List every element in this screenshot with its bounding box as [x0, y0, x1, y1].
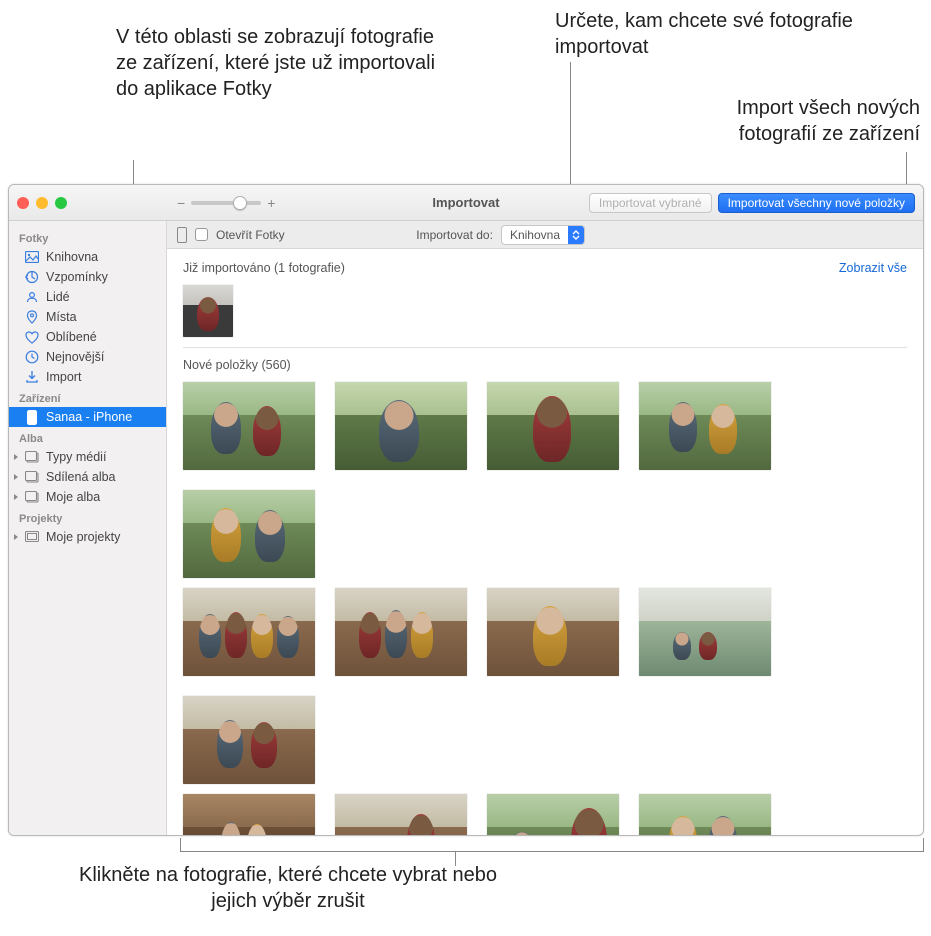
sidebar-item-label: Sdílená alba [46, 470, 116, 484]
import-to-label: Importovat do: [416, 228, 493, 242]
minimize-window-button[interactable] [36, 197, 48, 209]
callout-already-imported: V této oblasti se zobrazují fotografie z… [116, 24, 446, 102]
sidebar: Fotky Knihovna Vzpomínky Lidé Místa Oblí… [9, 221, 167, 835]
new-items-row [183, 588, 907, 784]
zoom-window-button[interactable] [55, 197, 67, 209]
sidebar-item-label: Moje projekty [46, 530, 120, 544]
places-icon [25, 310, 39, 324]
sidebar-item-people[interactable]: Lidé [9, 287, 166, 307]
sidebar-item-label: Oblíbené [46, 330, 97, 344]
sidebar-section-projects: Projekty [9, 507, 166, 527]
sidebar-item-label: Knihovna [46, 250, 98, 264]
album-icon [25, 450, 39, 464]
app-window: − + Importovat Importovat vybrané Import… [8, 184, 924, 836]
photo-thumbnail[interactable] [639, 382, 771, 470]
sidebar-item-label: Import [46, 370, 81, 384]
sidebar-item-label: Sanaa - iPhone [46, 410, 132, 424]
sidebar-item-label: Moje alba [46, 490, 100, 504]
callout-click-select: Klikněte na fotografie, které chcete vyb… [78, 862, 498, 914]
window-title: Importovat [432, 195, 499, 210]
photo-thumbnail[interactable] [183, 490, 315, 578]
photo-thumbnail[interactable] [183, 285, 233, 337]
sidebar-item-device[interactable]: Sanaa - iPhone [9, 407, 166, 427]
import-selected-button[interactable]: Importovat vybrané [589, 193, 712, 213]
heart-icon [25, 330, 39, 344]
import-destination-value: Knihovna [502, 228, 568, 242]
callout-line [455, 852, 456, 866]
sidebar-section-albums: Alba [9, 427, 166, 447]
sidebar-item-shared-albums[interactable]: Sdílená alba [9, 467, 166, 487]
sidebar-item-memories[interactable]: Vzpomínky [9, 267, 166, 287]
sidebar-item-label: Místa [46, 310, 77, 324]
project-icon [25, 530, 39, 544]
zoom-slider-track[interactable] [191, 201, 261, 205]
already-imported-heading: Již importováno (1 fotografie) [183, 261, 345, 275]
section-divider [183, 347, 907, 348]
sidebar-item-label: Typy médií [46, 450, 106, 464]
titlebar: − + Importovat Importovat vybrané Import… [9, 185, 923, 221]
album-icon [25, 490, 39, 504]
zoom-out-icon: − [177, 195, 185, 211]
sidebar-item-label: Lidé [46, 290, 70, 304]
photo-thumbnail[interactable] [183, 382, 315, 470]
photo-thumbnail[interactable] [335, 794, 467, 835]
import-all-new-button[interactable]: Importovat všechny nové položky [718, 193, 915, 213]
sidebar-section-devices: Zařízení [9, 387, 166, 407]
show-all-link[interactable]: Zobrazit vše [839, 261, 907, 275]
photo-thumbnail[interactable] [183, 696, 315, 784]
photo-thumbnail[interactable] [487, 794, 619, 835]
callout-import-all: Import všech nových fotografií ze zaříze… [700, 95, 920, 147]
close-window-button[interactable] [17, 197, 29, 209]
sidebar-item-library[interactable]: Knihovna [9, 247, 166, 267]
import-options-bar: Otevřít Fotky Importovat do: Knihovna [167, 221, 923, 249]
sidebar-item-recent[interactable]: Nejnovější [9, 347, 166, 367]
sidebar-item-my-albums[interactable]: Moje alba [9, 487, 166, 507]
thumbnail-zoom-slider[interactable]: − + [177, 195, 275, 211]
zoom-in-icon: + [267, 195, 275, 211]
already-imported-row [183, 285, 907, 337]
import-content-area: Již importováno (1 fotografie) Zobrazit … [167, 249, 923, 835]
new-items-heading: Nové položky (560) [183, 358, 291, 372]
sidebar-item-label: Vzpomínky [46, 270, 108, 284]
clock-icon [25, 350, 39, 364]
new-items-row [183, 382, 907, 578]
photo-thumbnail[interactable] [639, 588, 771, 676]
zoom-slider-thumb[interactable] [233, 196, 247, 210]
photo-thumbnail[interactable] [335, 588, 467, 676]
select-arrows-icon [568, 226, 584, 244]
photo-thumbnail[interactable] [487, 588, 619, 676]
library-icon [25, 250, 39, 264]
open-photos-label: Otevřít Fotky [216, 228, 285, 242]
photo-thumbnail[interactable] [335, 382, 467, 470]
sidebar-item-import[interactable]: Import [9, 367, 166, 387]
sidebar-item-label: Nejnovější [46, 350, 104, 364]
phone-icon [25, 410, 39, 424]
sidebar-section-photos: Fotky [9, 227, 166, 247]
photo-thumbnail[interactable] [639, 794, 771, 835]
sidebar-item-my-projects[interactable]: Moje projekty [9, 527, 166, 547]
photo-thumbnail[interactable] [183, 588, 315, 676]
sidebar-item-media-types[interactable]: Typy médií [9, 447, 166, 467]
device-icon [177, 227, 187, 243]
sidebar-item-places[interactable]: Místa [9, 307, 166, 327]
window-controls [17, 197, 67, 209]
callout-destination: Určete, kam chcete své fotografie import… [555, 8, 885, 60]
import-destination-select[interactable]: Knihovna [501, 225, 585, 245]
album-icon [25, 470, 39, 484]
sidebar-item-favorites[interactable]: Oblíbené [9, 327, 166, 347]
memories-icon [25, 270, 39, 284]
callout-line [906, 152, 907, 187]
callout-bracket [180, 838, 924, 852]
photo-thumbnail[interactable] [183, 794, 315, 835]
download-icon [25, 370, 39, 384]
photo-thumbnail[interactable] [487, 382, 619, 470]
people-icon [25, 290, 39, 304]
open-photos-checkbox[interactable] [195, 228, 208, 241]
new-items-row [183, 794, 907, 835]
